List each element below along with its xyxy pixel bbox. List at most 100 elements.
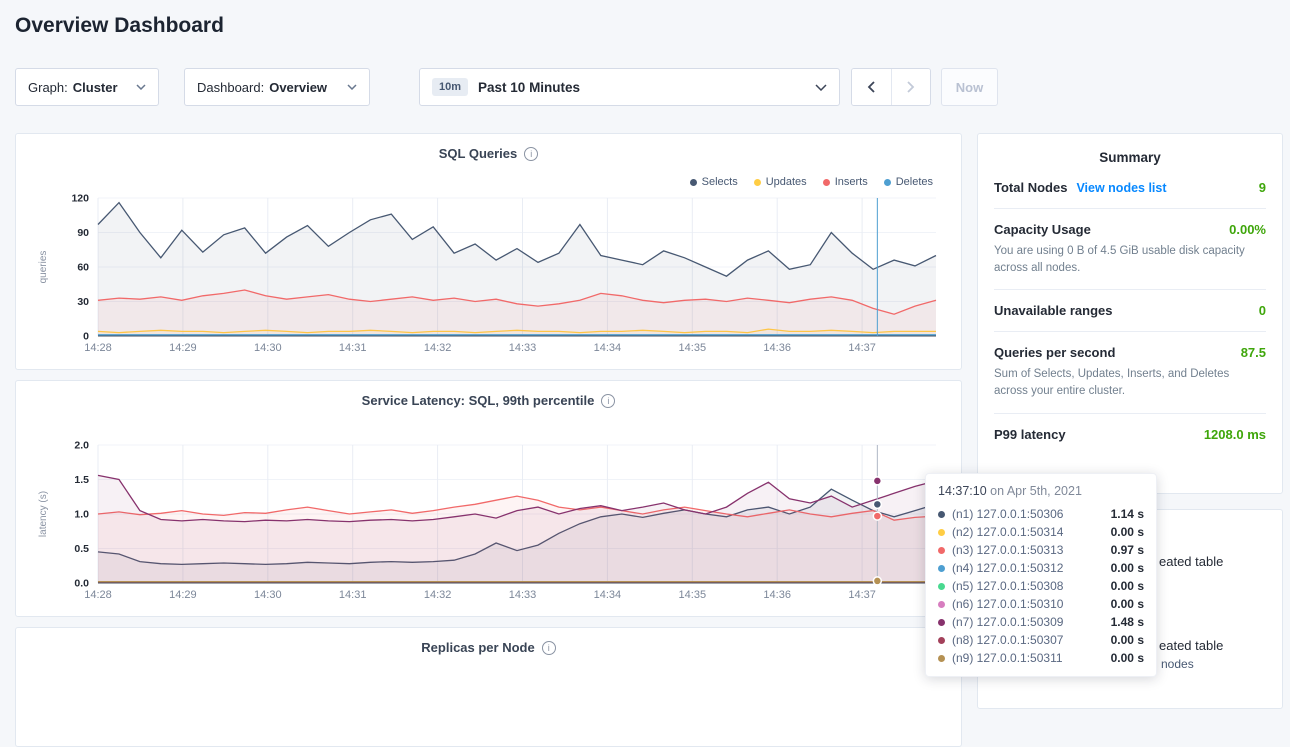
legend-item[interactable]: Inserts [823,176,868,188]
time-range-label: Past 10 Minutes [478,80,580,95]
sql-queries-title: SQL Queries [439,146,518,161]
tooltip-node-value: 0.00 s [1111,561,1144,575]
summary-row-total-nodes: Total Nodes View nodes list 9 [994,167,1266,209]
summary-row-p99-latency: P99 latency 1208.0 ms [994,414,1266,455]
x-tick-label: 14:32 [424,342,452,354]
legend-item[interactable]: Selects [690,176,738,188]
x-tick-label: 14:29 [169,342,197,354]
info-icon[interactable] [524,147,538,161]
tooltip-header: 14:37:10 on Apr 5th, 2021 [938,484,1144,498]
y-tick-label: 30 [77,296,89,308]
tooltip-row: (n8) 127.0.0.1:503070.00 s [938,631,1144,649]
x-tick-label: 14:36 [763,342,791,354]
tooltip-node-label: (n8) 127.0.0.1:50307 [952,633,1063,647]
series-dot-icon [938,583,945,590]
tooltip-node-value: 1.14 s [1111,507,1144,521]
legend-item[interactable]: Updates [754,176,807,188]
x-tick-label: 14:34 [594,589,622,601]
y-tick-label: 1.0 [74,509,89,521]
sql-queries-panel: 030609012014:2814:2914:3014:3114:3214:33… [15,133,962,370]
y-tick-label: 90 [77,227,89,239]
y-tick-label: 0.0 [74,578,89,590]
series-dot-icon [938,619,945,626]
info-icon[interactable] [542,641,556,655]
legend-label: Deletes [896,176,933,188]
x-tick-label: 14:33 [509,342,537,354]
time-range-picker[interactable]: 10m Past 10 Minutes [419,68,840,106]
queries-per-second-label: Queries per second [994,345,1115,360]
tooltip-node-value: 0.00 s [1111,525,1144,539]
series-dot-icon [938,637,945,644]
legend-item[interactable]: Deletes [884,176,933,188]
tooltip-node-label: (n7) 127.0.0.1:50309 [952,615,1063,629]
y-tick-label: 0.5 [74,543,89,555]
service-latency-chart[interactable]: 0.00.51.01.52.014:2814:2914:3014:3114:32… [16,381,963,618]
tooltip-row: (n1) 127.0.0.1:50306 1.14 s [938,505,1144,523]
replicas-per-node-title: Replicas per Node [421,640,534,655]
hover-cursor-dot [873,512,881,520]
tooltip-row: (n5) 127.0.0.1:503080.00 s [938,577,1144,595]
series-dot-icon [938,511,945,518]
total-nodes-label: Total Nodes [994,180,1067,195]
x-tick-label: 14:32 [424,589,452,601]
hover-cursor-dot [873,500,881,508]
x-tick-label: 14:37 [848,589,876,601]
legend-dot-icon [754,179,761,186]
summary-row-unavailable-ranges: Unavailable ranges 0 [994,290,1266,332]
tooltip-node-label: (n2) 127.0.0.1:50314 [952,525,1063,539]
total-nodes-value: 9 [1259,180,1266,195]
y-tick-label: 0 [83,331,89,343]
info-icon[interactable] [601,394,615,408]
y-tick-label: 1.5 [74,474,89,486]
summary-row-capacity-usage: Capacity Usage 0.00% You are using 0 B o… [994,209,1266,290]
next-time-button[interactable] [891,69,930,105]
series-area [98,475,936,583]
queries-per-second-description: Sum of Selects, Updates, Inserts, and De… [994,366,1266,399]
time-nav-group [851,68,931,106]
replicas-per-node-panel: Replicas per Node [15,627,962,747]
time-range-badge: 10m [432,78,468,96]
now-button[interactable]: Now [941,68,998,106]
y-axis-title: latency (s) [38,491,49,537]
x-tick-label: 14:33 [509,589,537,601]
x-tick-label: 14:35 [679,589,707,601]
tooltip-row: (n4) 127.0.0.1:50312 0.00 s [938,559,1144,577]
tooltip-row: (n7) 127.0.0.1:503091.48 s [938,613,1144,631]
prev-time-button[interactable] [852,69,891,105]
summary-title: Summary [994,150,1266,165]
capacity-usage-label: Capacity Usage [994,222,1091,237]
chart-hover-tooltip: 14:37:10 on Apr 5th, 2021 (n1) 127.0.0.1… [925,473,1157,677]
tooltip-node-label: (n1) 127.0.0.1:50306 [952,507,1063,521]
dashboard-dropdown[interactable]: Dashboard: Overview [184,68,370,106]
dashboard-dropdown-label: Dashboard: [197,80,264,95]
graph-dropdown-label: Graph: [28,80,68,95]
x-tick-label: 14:35 [679,342,707,354]
legend-dot-icon [690,179,697,186]
event-item-fragment: eated table [1159,638,1223,653]
tooltip-node-label: (n9) 127.0.0.1:50311 [952,651,1063,665]
summary-panel: Summary Total Nodes View nodes list 9 Ca… [977,133,1283,494]
tooltip-node-label: (n4) 127.0.0.1:50312 [952,561,1063,575]
series-dot-icon [938,565,945,572]
tooltip-node-label: (n6) 127.0.0.1:50310 [952,597,1063,611]
tooltip-row: (n9) 127.0.0.1:503110.00 s [938,649,1144,667]
page-title: Overview Dashboard [15,14,224,38]
x-tick-label: 14:37 [848,342,876,354]
p99-latency-label: P99 latency [994,427,1066,442]
event-item-fragment: nodes [1161,657,1194,671]
graph-dropdown-value: Cluster [73,80,118,95]
event-item-fragment: eated table [1159,554,1223,569]
legend-dot-icon [884,179,891,186]
legend-label: Updates [766,176,807,188]
tooltip-node-label: (n5) 127.0.0.1:50308 [952,579,1063,593]
x-tick-label: 14:30 [254,342,282,354]
legend-label: Selects [702,176,738,188]
y-tick-label: 2.0 [74,440,89,452]
view-nodes-list-link[interactable]: View nodes list [1076,181,1166,195]
queries-per-second-value: 87.5 [1241,345,1266,360]
tooltip-row: (n2) 127.0.0.1:50314 0.00 s [938,523,1144,541]
hover-cursor-dot [873,577,881,585]
y-tick-label: 120 [71,193,89,205]
sql-queries-chart[interactable]: 030609012014:2814:2914:3014:3114:3214:33… [16,134,963,371]
graph-dropdown[interactable]: Graph: Cluster [15,68,159,106]
